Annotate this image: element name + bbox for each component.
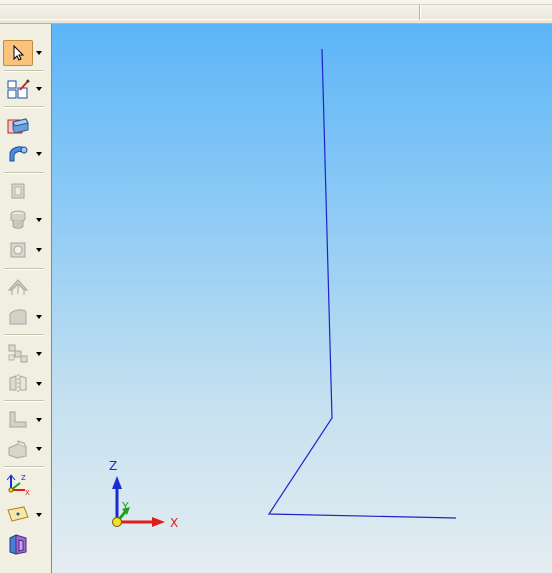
part-tool-button[interactable]	[3, 436, 33, 462]
chevron-down-icon	[36, 447, 42, 451]
coordinate-system-tool-button[interactable]: Z X	[3, 471, 33, 497]
chevron-down-icon	[36, 87, 42, 91]
select-arrow-icon	[13, 44, 25, 61]
x-axis-label: X	[170, 516, 179, 530]
z-axis-arrowhead	[112, 476, 122, 489]
face-icon	[11, 183, 25, 199]
mirror-icon	[9, 374, 27, 392]
sketch-edit-icon	[7, 79, 30, 99]
hole-tool-button[interactable]	[3, 237, 33, 263]
graphics-viewport[interactable]: Z X Y	[52, 24, 552, 573]
chevron-down-icon	[36, 51, 42, 55]
cylinder-tool-dropdown[interactable]	[35, 215, 43, 225]
plane-tool-button[interactable]	[3, 501, 33, 527]
chevron-down-icon	[36, 382, 42, 386]
svg-text:Z: Z	[21, 474, 26, 482]
toolbar-divider	[419, 5, 421, 20]
cylinder-tool-button[interactable]	[3, 207, 33, 233]
pattern-tool-button[interactable]	[3, 340, 33, 366]
toolbar-separator	[4, 466, 44, 468]
sketch-tool-dropdown[interactable]	[35, 84, 43, 94]
sketch-polyline[interactable]	[267, 48, 457, 519]
chevron-down-icon	[36, 513, 42, 517]
view-icon	[9, 534, 27, 555]
coordinate-triad	[112, 476, 165, 527]
toolbar-separator	[4, 400, 44, 402]
chevron-down-icon	[36, 248, 42, 252]
shell-icon	[7, 279, 29, 295]
toolbar-separator	[4, 334, 44, 336]
chevron-down-icon	[36, 152, 42, 156]
select-tool-button[interactable]	[3, 40, 33, 66]
svg-text:X: X	[25, 489, 30, 496]
revolve-tool-dropdown[interactable]	[35, 149, 43, 159]
chevron-down-icon	[36, 218, 42, 222]
plane-icon	[7, 506, 29, 522]
face-tool-button[interactable]	[3, 178, 33, 204]
hole-icon	[10, 242, 26, 258]
pattern-icon	[8, 344, 28, 363]
toolbar-separator	[4, 172, 44, 174]
chevron-down-icon	[36, 315, 42, 319]
y-axis-label: Y	[122, 500, 129, 513]
z-axis-label: Z	[109, 459, 118, 473]
chevron-down-icon	[36, 418, 42, 422]
toolbar-groove	[0, 4, 552, 20]
view-tool-button[interactable]	[3, 531, 33, 557]
mirror-tool-dropdown[interactable]	[35, 379, 43, 389]
bracket-tool-button[interactable]	[3, 406, 33, 432]
cylinder-stack-icon	[10, 210, 26, 229]
toolbar-separator	[4, 268, 44, 270]
plane-tool-dropdown[interactable]	[35, 510, 43, 520]
coordinate-system-icon: Z X	[6, 474, 30, 496]
hole-tool-dropdown[interactable]	[35, 245, 43, 255]
bracket-icon	[9, 411, 27, 428]
surface-tool-dropdown[interactable]	[35, 312, 43, 322]
extrude-box-icon	[7, 118, 29, 134]
surface-tool-button[interactable]	[3, 304, 33, 330]
top-toolbar-strip	[0, 0, 552, 24]
sketch-canvas	[112, 48, 457, 527]
triad-origin	[112, 517, 122, 527]
x-axis-arrowhead	[152, 517, 165, 527]
extrude-tool-button[interactable]	[3, 112, 33, 138]
toolbar-separator	[4, 70, 44, 72]
part-tool-dropdown[interactable]	[35, 444, 43, 454]
revolve-icon	[9, 146, 28, 162]
toolbar-separator	[4, 106, 44, 108]
surface-icon	[9, 309, 27, 325]
select-tool-dropdown[interactable]	[35, 48, 43, 58]
shell-tool-button[interactable]	[3, 274, 33, 300]
part-icon	[8, 440, 27, 459]
feature-toolbar: Z X	[0, 24, 52, 573]
revolve-tool-button[interactable]	[3, 140, 33, 166]
chevron-down-icon	[36, 352, 42, 356]
bracket-tool-dropdown[interactable]	[35, 415, 43, 425]
sketch-tool-button[interactable]	[3, 76, 33, 102]
pattern-tool-dropdown[interactable]	[35, 349, 43, 359]
mirror-tool-button[interactable]	[3, 370, 33, 396]
